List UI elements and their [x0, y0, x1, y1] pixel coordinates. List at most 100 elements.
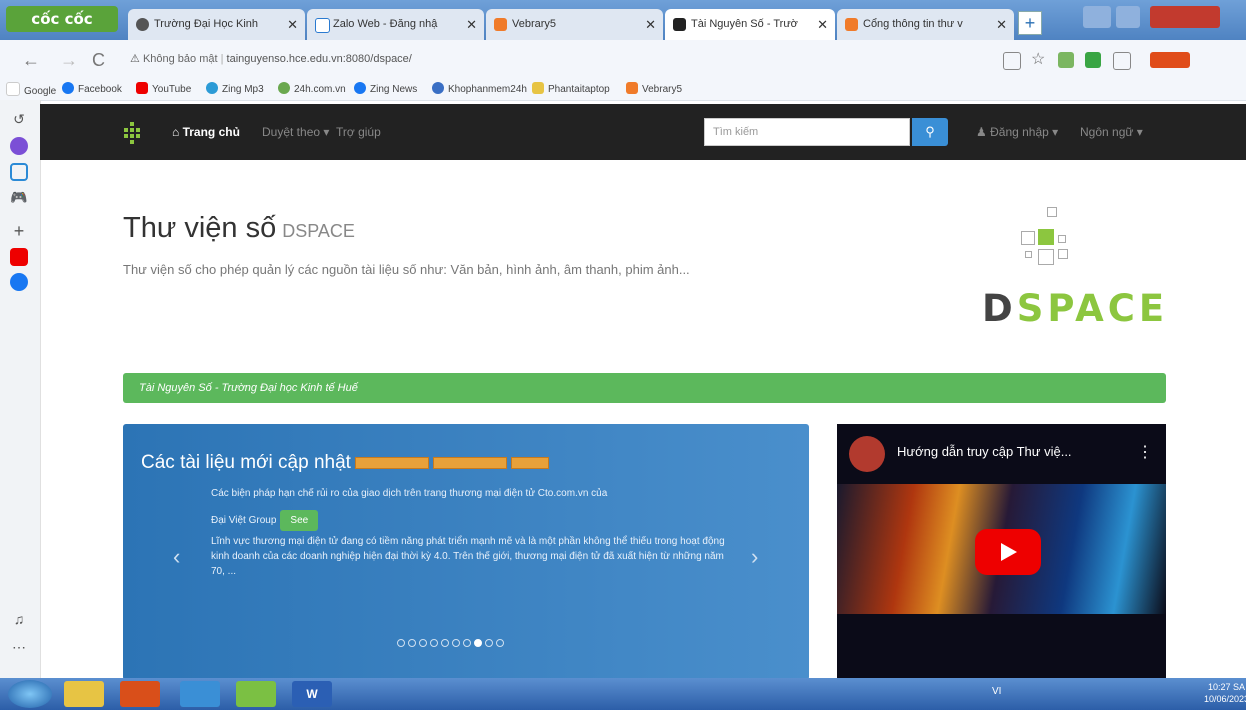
clock[interactable]: 10:27 SA 10/06/2023 [1204, 681, 1246, 705]
see-button[interactable]: See [280, 510, 319, 531]
search-button[interactable]: ⚲ [912, 118, 948, 146]
bookmark-facebook[interactable]: Facebook [62, 82, 122, 95]
title-main: Thư viện số [123, 212, 277, 244]
nav-login[interactable]: ♟ Đăng nhập ▾ [976, 104, 1058, 160]
bookmark-vebrary5[interactable]: Vebrary5 [626, 82, 682, 95]
close-icon[interactable]: ✕ [996, 9, 1007, 40]
carousel-dot[interactable] [485, 639, 493, 647]
extension-green-icon[interactable] [1085, 52, 1101, 68]
search-icon: ⚲ [925, 124, 935, 139]
carousel-item-title[interactable]: Các biện pháp hạn chế rủi ro của giao dị… [211, 486, 731, 501]
bookmark-khophanmem[interactable]: Khophanmem24h [432, 82, 527, 95]
tab-2[interactable]: Zalo Web - Đăng nhậ ✕ [307, 9, 484, 40]
close-icon[interactable]: ✕ [287, 9, 298, 40]
profile-icon[interactable] [1113, 52, 1131, 70]
nav-help[interactable]: Trợ giúp [336, 104, 381, 160]
tab-list-icon[interactable] [1083, 6, 1111, 28]
media-player-icon[interactable] [120, 681, 160, 707]
tab-label: Zalo Web - Đăng nhậ [333, 18, 438, 30]
download-extension-icon[interactable] [1150, 52, 1190, 68]
more-icon[interactable]: ⋯ [10, 638, 28, 656]
tab-3[interactable]: Vebrary5 ✕ [486, 9, 663, 40]
bookmark-label: Phantaitaptop [548, 84, 610, 95]
language-indicator[interactable]: VI [992, 686, 1001, 697]
bookmark-zingnews[interactable]: Zing News [354, 82, 417, 95]
close-icon[interactable]: ✕ [645, 9, 656, 40]
carousel-dot[interactable] [496, 639, 504, 647]
url-bar[interactable]: ⚠ Không bảo mật | tainguyenso.hce.edu.vn… [130, 47, 980, 71]
system-tray-icons[interactable] [1016, 686, 1166, 700]
zalo-icon[interactable] [10, 163, 28, 181]
page-title: Thư viện số DSPACE [123, 212, 355, 245]
explorer-icon[interactable] [64, 681, 104, 707]
bookmark-24h[interactable]: 24h.com.vn [278, 82, 346, 95]
close-icon[interactable]: ✕ [817, 9, 828, 40]
history-icon[interactable]: ↺ [10, 110, 28, 128]
bookmark-label: 24h.com.vn [294, 84, 346, 95]
bookmark-zingmp3[interactable]: Zing Mp3 [206, 82, 264, 95]
carousel-prev-icon[interactable]: ‹ [173, 544, 180, 570]
star-icon[interactable]: ☆ [1031, 49, 1045, 69]
back-icon[interactable]: ← [22, 50, 40, 71]
tab-5[interactable]: Cổng thông tin thư v ✕ [837, 9, 1014, 40]
carousel-dot[interactable] [397, 639, 405, 647]
rss-badge[interactable] [354, 456, 429, 469]
share-icon[interactable] [1003, 52, 1021, 70]
tab-4-active[interactable]: Tài Nguyên Số - Trườ ✕ [665, 9, 835, 40]
youtube-icon [136, 82, 148, 94]
video-title[interactable]: Hướng dẫn truy cập Thư việ... [897, 444, 1072, 459]
video-menu-icon[interactable]: ⋮ [1137, 442, 1153, 462]
start-button-icon[interactable] [8, 680, 52, 708]
clock-time: 10:27 SA [1208, 682, 1246, 692]
youtube-video-embed[interactable]: Hướng dẫn truy cập Thư việ... ⋮ [837, 424, 1166, 680]
folder-icon [532, 82, 544, 94]
carousel-indicators [397, 636, 507, 650]
carousel-next-icon[interactable]: › [751, 544, 758, 570]
nav-browse[interactable]: Duyệt theo ▾ [262, 104, 329, 160]
bookmark-youtube[interactable]: YouTube [136, 82, 191, 95]
extension-icon[interactable] [1058, 52, 1074, 68]
game-icon[interactable]: 🎮 [10, 188, 28, 206]
carousel-dot[interactable] [408, 639, 416, 647]
browser-brand-logo[interactable]: cốc cốc [6, 6, 118, 32]
coccoc-icon[interactable] [236, 681, 276, 707]
rss-small-badge[interactable] [510, 456, 549, 469]
carousel-dot[interactable] [452, 639, 460, 647]
close-icon[interactable]: ✕ [466, 9, 477, 40]
warning-icon: ⚠ [130, 53, 140, 65]
play-button[interactable] [975, 529, 1041, 575]
breadcrumb[interactable]: Tài Nguyên Số - Trường Đại học Kinh tế H… [123, 373, 1166, 403]
nav-language[interactable]: Ngôn ngữ ▾ [1080, 104, 1143, 160]
carousel-dot[interactable] [463, 639, 471, 647]
vebrary-icon [494, 18, 507, 31]
forward-icon[interactable]: → [60, 50, 78, 71]
messenger-icon[interactable] [10, 137, 28, 155]
reload-icon[interactable]: C [92, 50, 105, 71]
close-window-icon[interactable] [1150, 6, 1220, 28]
carousel-dot[interactable] [474, 639, 482, 647]
youtube-icon[interactable] [10, 248, 28, 266]
facebook-icon[interactable] [10, 273, 28, 291]
add-icon[interactable]: + [10, 222, 28, 240]
nav-home[interactable]: ⌂ Trang chủ [172, 104, 240, 160]
tab-1[interactable]: Trường Đại Học Kinh ✕ [128, 9, 305, 40]
carousel-dot[interactable] [419, 639, 427, 647]
zalo-icon [315, 18, 330, 33]
bookmark-phantaitaptop[interactable]: Phantaitaptop [532, 82, 610, 95]
channel-avatar[interactable] [849, 436, 885, 472]
carousel-dot[interactable] [430, 639, 438, 647]
minimize-icon[interactable] [1116, 6, 1140, 28]
browser-tab-bar: cốc cốc Trường Đại Học Kinh ✕ Zalo Web -… [0, 0, 1246, 40]
bookmarks-bar: Google Facebook YouTube Zing Mp3 24h.com… [0, 78, 1246, 101]
carousel-dot[interactable] [441, 639, 449, 647]
atom-badge[interactable] [432, 456, 507, 469]
ie-icon[interactable] [180, 681, 220, 707]
tab-label: Cổng thông tin thư v [863, 18, 963, 30]
tab-label: Trường Đại Học Kinh [154, 18, 259, 30]
google-icon [6, 82, 20, 96]
bell-icon[interactable]: ♫ [10, 610, 28, 628]
bookmark-google[interactable]: Google [6, 82, 56, 97]
search-input[interactable]: Tìm kiếm [704, 118, 910, 146]
word-icon[interactable]: W [292, 681, 332, 707]
new-tab-button[interactable]: + [1018, 11, 1042, 35]
